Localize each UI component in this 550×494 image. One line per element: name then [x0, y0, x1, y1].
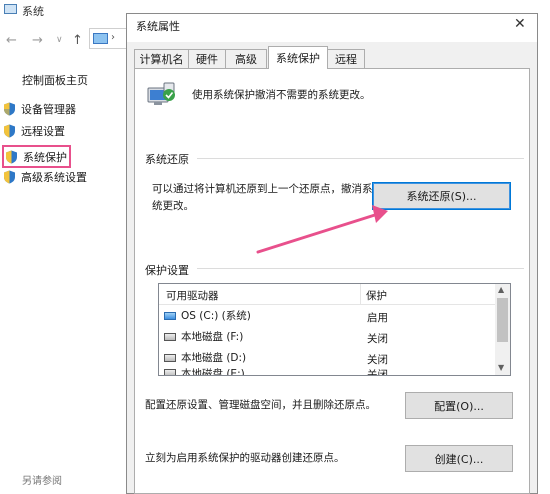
sidebar-item-label: 设备管理器 [21, 103, 76, 116]
scroll-up-arrow-icon[interactable]: ▲ [498, 285, 504, 294]
scroll-down-arrow-icon[interactable]: ▼ [498, 363, 504, 372]
sidebar-item-advanced-system-settings[interactable]: 高级系统设置 [3, 168, 87, 186]
table-cell-protection: 启用 [367, 312, 388, 324]
system-restore-button[interactable]: 系统还原(S)... [372, 182, 511, 210]
chevron-right-icon[interactable]: › [111, 32, 115, 43]
create-description: 立刻为启用系统保护的驱动器创建还原点。 [145, 452, 345, 464]
sidebar-item-system-protection[interactable]: 系统保护 [2, 145, 71, 168]
configure-button[interactable]: 配置(O)... [405, 392, 513, 419]
dialog-title: 系统属性 [136, 20, 180, 33]
dialog-titlebar[interactable] [127, 14, 537, 42]
column-separator[interactable] [360, 284, 361, 304]
create-button[interactable]: 创建(C)... [405, 445, 513, 472]
tab-panel [134, 68, 530, 494]
column-header-drives[interactable]: 可用驱动器 [166, 288, 219, 303]
group-divider [197, 268, 524, 269]
tab-computer-name[interactable]: 计算机名 [134, 49, 189, 68]
tab-hardware[interactable]: 硬件 [188, 49, 226, 68]
table-cell-drive: 本地磁盘 (E:) [164, 366, 245, 375]
uac-shield-icon [4, 102, 15, 116]
uac-shield-icon [4, 124, 15, 138]
back-arrow-icon[interactable]: ← [6, 33, 17, 48]
recent-locations-chevron-icon[interactable]: ∨ [56, 35, 63, 45]
drive-name: 本地磁盘 (F:) [181, 331, 244, 343]
drive-icon [164, 332, 176, 341]
tab-system-protection[interactable]: 系统保护 [268, 46, 328, 69]
table-cell-protection: 关闭 [367, 354, 388, 366]
sidebar-item-remote-settings[interactable]: 远程设置 [3, 122, 65, 140]
table-cell-protection: 关闭 [367, 333, 388, 345]
scrollbar-thumb[interactable] [497, 298, 508, 342]
drive-name: OS (C:) (系统) [181, 310, 251, 322]
computer-icon [93, 33, 108, 44]
system-restore-description: 可以通过将计算机还原到上一个还原点，撤消系统更改。 [152, 183, 373, 212]
drive-icon [164, 353, 176, 362]
uac-shield-icon [6, 150, 17, 163]
drive-name: 本地磁盘 (D:) [181, 352, 247, 364]
sidebar-item-label: 高级系统设置 [21, 171, 87, 184]
tab-advanced[interactable]: 高级 [225, 49, 267, 68]
system-restore-heading: 系统还原 [145, 153, 189, 166]
group-divider [197, 158, 524, 159]
intro-text: 使用系统保护撤消不需要的系统更改。 [192, 89, 371, 101]
table-row[interactable]: 本地磁盘 (E:) 关闭 [159, 366, 495, 375]
uac-shield-icon [4, 170, 15, 184]
system-protection-icon [147, 82, 175, 105]
tab-remote[interactable]: 远程 [327, 49, 365, 68]
table-cell-drive: 本地磁盘 (D:) [164, 350, 246, 365]
window-title: 系统 [22, 5, 44, 18]
sidebar-item-label: 系统保护 [23, 150, 67, 164]
table-cell-drive: 本地磁盘 (F:) [164, 329, 243, 344]
control-panel-home-link[interactable]: 控制面板主页 [22, 72, 88, 88]
column-header-protection[interactable]: 保护 [366, 288, 387, 303]
table-cell-protection: 关闭 [367, 369, 388, 375]
close-icon[interactable]: ✕ [514, 16, 526, 32]
drive-icon [164, 368, 176, 375]
forward-arrow-icon[interactable]: → [32, 33, 43, 48]
sidebar-item-label: 远程设置 [21, 125, 65, 138]
system-window-icon [4, 4, 17, 14]
drive-name: 本地磁盘 (E:) [181, 368, 245, 375]
up-arrow-icon[interactable]: ↑ [72, 33, 83, 48]
os-drive-icon [164, 311, 176, 320]
configure-description: 配置还原设置、管理磁盘空间，并且删除还原点。 [145, 399, 376, 411]
table-cell-drive: OS (C:) (系统) [164, 308, 251, 323]
protection-settings-heading: 保护设置 [145, 264, 189, 277]
see-also-heading: 另请参阅 [22, 476, 62, 487]
sidebar-item-device-manager[interactable]: 设备管理器 [3, 100, 76, 118]
